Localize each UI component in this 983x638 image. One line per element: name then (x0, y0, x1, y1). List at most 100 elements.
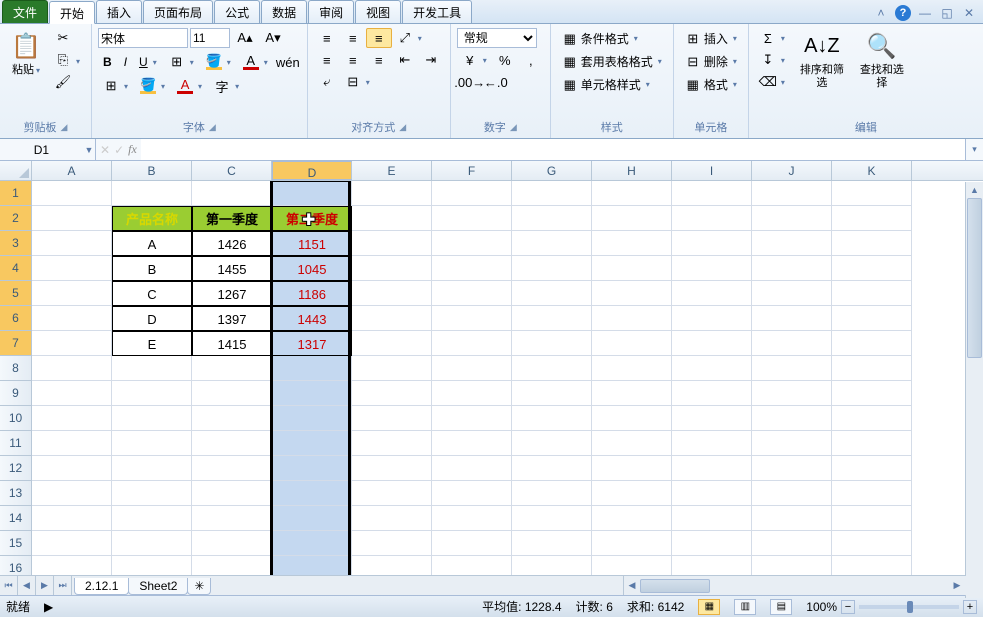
cell-A4[interactable] (32, 256, 112, 281)
cell-D7[interactable]: 1317 (272, 331, 352, 356)
sheet-nav-next[interactable]: ▶ (36, 576, 54, 595)
cell-C7[interactable]: 1415 (192, 331, 272, 356)
cell-K8[interactable] (832, 356, 912, 381)
cell-A15[interactable] (32, 531, 112, 556)
cell-F15[interactable] (432, 531, 512, 556)
italic-button[interactable]: I (119, 52, 132, 72)
fill-color-button-2[interactable]: 🪣 (135, 76, 170, 96)
cell-I7[interactable] (672, 331, 752, 356)
cell-J15[interactable] (752, 531, 832, 556)
cell-J6[interactable] (752, 306, 832, 331)
cell-J8[interactable] (752, 356, 832, 381)
cell-E7[interactable] (352, 331, 432, 356)
cell-B4[interactable]: B (112, 256, 192, 281)
cell-J4[interactable] (752, 256, 832, 281)
cell-G12[interactable] (512, 456, 592, 481)
sheet-tab-1[interactable]: 2.12.1 (74, 578, 129, 595)
cell-G1[interactable] (512, 181, 592, 206)
cell-K6[interactable] (832, 306, 912, 331)
row-header-11[interactable]: 11 (0, 431, 32, 456)
cell-J5[interactable] (752, 281, 832, 306)
cell-G2[interactable] (512, 206, 592, 231)
align-right-button[interactable]: ≡ (366, 50, 392, 70)
cell-D5[interactable]: 1186 (272, 281, 352, 306)
cell-K16[interactable] (832, 556, 912, 575)
phonetic-button[interactable]: wén (275, 52, 301, 72)
row-header-5[interactable]: 5 (0, 281, 32, 306)
phonetic-button-2[interactable]: 字 (209, 76, 244, 96)
wrap-text-button[interactable]: ⤶ (314, 72, 340, 92)
cell-styles-button[interactable]: ▦单元格样式 (557, 74, 655, 95)
new-sheet-button[interactable]: ✳ (187, 578, 211, 595)
sheet-nav-last[interactable]: ⏭ (54, 576, 72, 595)
fill-color-button[interactable]: 🪣 (201, 52, 236, 72)
cell-F6[interactable] (432, 306, 512, 331)
cell-H11[interactable] (592, 431, 672, 456)
percent-button[interactable]: % (492, 50, 518, 70)
row-header-8[interactable]: 8 (0, 356, 32, 381)
cell-I10[interactable] (672, 406, 752, 431)
cell-E12[interactable] (352, 456, 432, 481)
clipboard-dialog-launcher[interactable]: ◢ (61, 122, 68, 133)
cell-E8[interactable] (352, 356, 432, 381)
increase-decimal-button[interactable]: .00→ (457, 72, 483, 92)
cell-F14[interactable] (432, 506, 512, 531)
cell-E11[interactable] (352, 431, 432, 456)
cell-E10[interactable] (352, 406, 432, 431)
cell-C11[interactable] (192, 431, 272, 456)
cell-K9[interactable] (832, 381, 912, 406)
zoom-in-button[interactable]: + (963, 600, 977, 614)
align-middle-button[interactable]: ≡ (340, 28, 366, 48)
copy-button[interactable]: ⎘ (50, 50, 85, 70)
cell-C8[interactable] (192, 356, 272, 381)
cell-I11[interactable] (672, 431, 752, 456)
formula-bar-expand[interactable]: ▾ (965, 139, 983, 160)
cell-I8[interactable] (672, 356, 752, 381)
cell-D3[interactable]: 1151 (272, 231, 352, 256)
comma-button[interactable]: , (518, 50, 544, 70)
cell-C14[interactable] (192, 506, 272, 531)
cell-C16[interactable] (192, 556, 272, 575)
tab-home[interactable]: 开始 (49, 1, 95, 24)
font-color-button[interactable]: A (238, 52, 273, 72)
cell-C2[interactable]: 第一季度 (192, 206, 272, 231)
tab-formulas[interactable]: 公式 (214, 0, 260, 23)
paste-button[interactable]: 📋 粘贴 (6, 28, 46, 118)
cell-F10[interactable] (432, 406, 512, 431)
name-box-dropdown[interactable]: ▼ (83, 145, 95, 155)
cell-F5[interactable] (432, 281, 512, 306)
cell-F1[interactable] (432, 181, 512, 206)
cell-C9[interactable] (192, 381, 272, 406)
row-header-7[interactable]: 7 (0, 331, 32, 356)
autosum-button[interactable]: Σ (755, 28, 790, 48)
column-header-E[interactable]: E (352, 161, 432, 180)
view-normal-button[interactable]: ▦ (698, 599, 720, 615)
cell-H14[interactable] (592, 506, 672, 531)
increase-indent-button[interactable]: ⇥ (418, 50, 444, 70)
cell-C4[interactable]: 1455 (192, 256, 272, 281)
increase-font-button[interactable]: A▴ (232, 28, 258, 48)
tab-data[interactable]: 数据 (261, 0, 307, 23)
cell-B1[interactable] (112, 181, 192, 206)
cell-D15[interactable] (272, 531, 352, 556)
cell-K15[interactable] (832, 531, 912, 556)
row-header-10[interactable]: 10 (0, 406, 32, 431)
cell-A9[interactable] (32, 381, 112, 406)
cell-C10[interactable] (192, 406, 272, 431)
sort-filter-button[interactable]: A↓Z 排序和筛选 (794, 28, 850, 118)
cell-K2[interactable] (832, 206, 912, 231)
cell-C15[interactable] (192, 531, 272, 556)
cell-F16[interactable] (432, 556, 512, 575)
cell-I14[interactable] (672, 506, 752, 531)
scroll-right-button[interactable]: ▶ (949, 580, 965, 591)
clear-button[interactable]: ⌫ (755, 72, 790, 92)
cell-F9[interactable] (432, 381, 512, 406)
cell-E4[interactable] (352, 256, 432, 281)
window-close-icon[interactable]: ✕ (961, 5, 977, 21)
cell-A1[interactable] (32, 181, 112, 206)
column-header-F[interactable]: F (432, 161, 512, 180)
column-header-D[interactable]: D (272, 161, 352, 180)
align-top-button[interactable]: ≡ (314, 28, 340, 48)
cell-A12[interactable] (32, 456, 112, 481)
cell-D16[interactable] (272, 556, 352, 575)
